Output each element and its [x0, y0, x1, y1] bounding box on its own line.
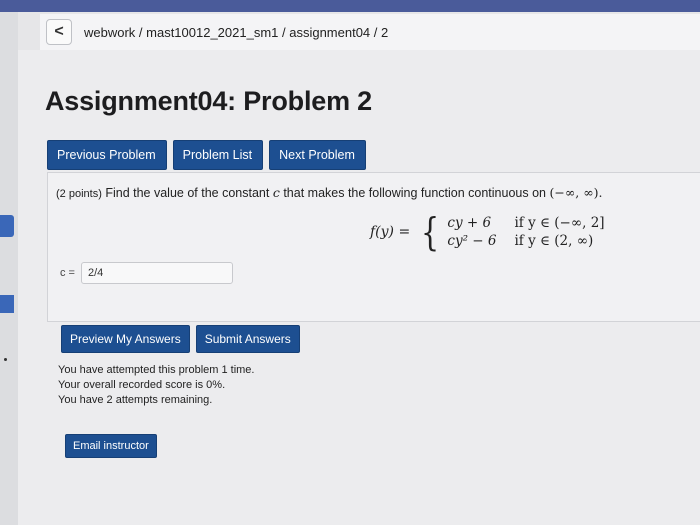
- chevron-left-icon: <: [54, 23, 64, 40]
- left-sidebar: [0, 12, 18, 525]
- previous-problem-button[interactable]: Previous Problem: [47, 140, 167, 170]
- problem-nav: Previous Problem Problem List Next Probl…: [47, 140, 366, 170]
- function-cases: cy + 6 if y ∈ (−∞, 2] cy² − 6 if y ∈ (2,…: [447, 215, 604, 249]
- answer-row: c = 2/4: [60, 262, 233, 284]
- preview-answers-button[interactable]: Preview My Answers: [61, 325, 190, 353]
- answer-label: c =: [60, 267, 75, 279]
- problem-box: (2 points) Find the value of the constan…: [47, 172, 700, 322]
- piecewise-function: f(y) = { cy + 6 if y ∈ (−∞, 2] cy² − 6 i…: [370, 213, 605, 251]
- sidebar-highlight[interactable]: [0, 295, 14, 313]
- remaining-text: You have 2 attempts remaining.: [58, 394, 213, 406]
- answer-buttons: Preview My Answers Submit Answers: [61, 325, 300, 353]
- sidebar-dot: [4, 358, 7, 361]
- case-expression: cy² − 6: [447, 233, 497, 249]
- left-brace-icon: {: [421, 210, 440, 254]
- answer-value: 2/4: [87, 267, 104, 279]
- window-top-strip: [0, 0, 700, 12]
- attempt-status: You have attempted this problem 1 time. …: [58, 363, 255, 408]
- score-text: Your overall recorded score is 0%.: [58, 379, 226, 391]
- case-condition: if y ∈ (−∞, 2]: [514, 215, 605, 231]
- case-condition: if y ∈ (2, ∞): [514, 233, 594, 249]
- case-expression: cy + 6: [447, 215, 492, 231]
- next-problem-button[interactable]: Next Problem: [269, 140, 366, 170]
- email-instructor-button[interactable]: Email instructor: [65, 434, 157, 458]
- domain-interval: (−∞, ∞).: [549, 185, 603, 200]
- function-lhs: f(y) =: [370, 224, 411, 240]
- sidebar-highlight[interactable]: [0, 215, 14, 237]
- answer-input[interactable]: 2/4: [80, 262, 233, 284]
- breadcrumb[interactable]: webwork / mast10012_2021_sm1 / assignmen…: [84, 25, 388, 40]
- submit-answers-button[interactable]: Submit Answers: [195, 325, 300, 353]
- problem-text-after: that makes the following function contin…: [283, 186, 546, 200]
- back-button[interactable]: <: [46, 19, 72, 45]
- attempts-text: You have attempted this problem 1 time.: [58, 364, 255, 376]
- problem-text-before: Find the value of the constant: [105, 186, 270, 200]
- page-title: Assignment04: Problem 2: [45, 86, 372, 116]
- problem-statement: (2 points) Find the value of the constan…: [56, 185, 602, 200]
- problem-list-button[interactable]: Problem List: [172, 140, 264, 170]
- points-label: (2 points): [56, 188, 102, 200]
- breadcrumb-bar: < webwork / mast10012_2021_sm1 / assignm…: [40, 14, 700, 51]
- constant-symbol: c: [272, 185, 280, 200]
